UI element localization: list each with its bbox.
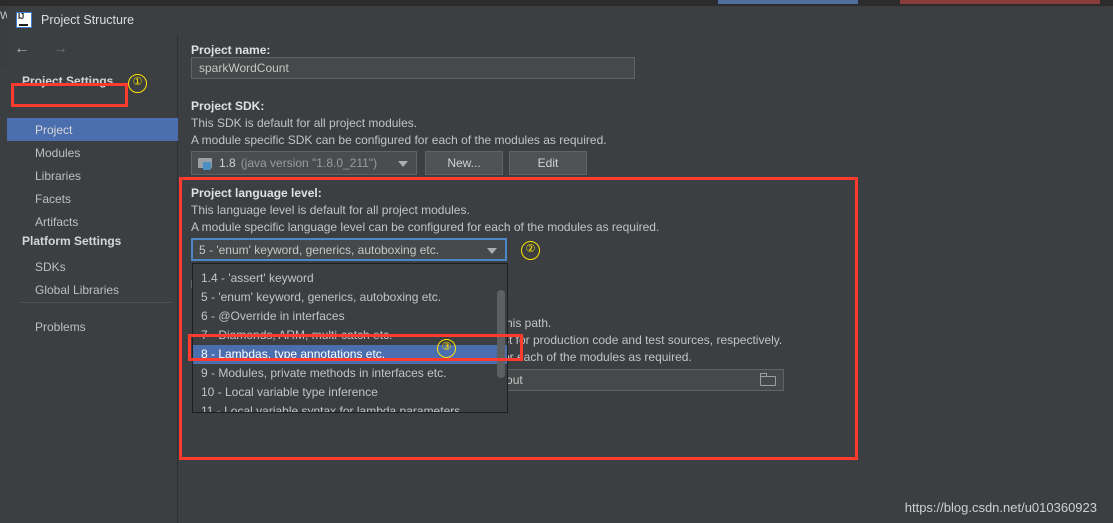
- project-sdk-desc-line2: A module specific SDK can be configured …: [191, 133, 607, 147]
- project-sdk-version: 1.8: [219, 156, 236, 170]
- folder-browse-icon[interactable]: [760, 373, 777, 387]
- compiler-output-desc-line2: st for production code and test sources,…: [503, 333, 783, 347]
- new-sdk-button[interactable]: New...: [425, 151, 503, 175]
- project-sdk-desc-line1: This SDK is default for all project modu…: [191, 116, 418, 130]
- sidebar-group-project-settings: Project Settings: [22, 74, 114, 88]
- language-level-option-7[interactable]: 7 - Diamonds, ARM, multi-catch etc.: [193, 326, 507, 345]
- settings-sidebar: ← → Project Settings Project Modules Lib…: [7, 34, 183, 523]
- intellij-idea-logo-icon: [16, 12, 32, 28]
- sidebar-divider: [20, 302, 172, 303]
- chevron-down-icon: [398, 161, 408, 167]
- edit-sdk-button-label: Edit: [537, 156, 559, 170]
- project-sdk-combo[interactable]: 1.8 (java version "1.8.0_211"): [191, 151, 417, 175]
- sidebar-item-libraries[interactable]: Libraries: [7, 164, 183, 187]
- new-sdk-button-label: New...: [447, 156, 481, 170]
- language-level-option-10[interactable]: 10 - Local variable type inference: [193, 383, 507, 402]
- background-window-tab-blue: [718, 0, 858, 4]
- sidebar-item-project[interactable]: Project: [7, 118, 183, 141]
- language-level-option-8[interactable]: 8 - Lambdas, type annotations etc.: [193, 345, 507, 364]
- language-level-option-6[interactable]: 6 - @Override in interfaces: [193, 307, 507, 326]
- annotation-marker-2: ②: [521, 241, 540, 260]
- sidebar-item-artifacts[interactable]: Artifacts: [7, 210, 183, 233]
- back-arrow-icon[interactable]: ←: [11, 39, 33, 59]
- language-level-option-9[interactable]: 9 - Modules, private methods in interfac…: [193, 364, 507, 383]
- language-level-option-1-4[interactable]: 1.4 - 'assert' keyword: [193, 269, 507, 288]
- sidebar-item-global-libraries[interactable]: Global Libraries: [7, 278, 183, 301]
- project-name-label: Project name:: [191, 43, 271, 57]
- sidebar-item-modules[interactable]: Modules: [7, 141, 183, 164]
- sidebar-item-problems[interactable]: Problems: [7, 315, 183, 338]
- sidebar-item-label: Modules: [35, 145, 81, 160]
- sidebar-item-label: Artifacts: [35, 214, 79, 229]
- annotation-marker-3: ③: [437, 339, 456, 358]
- language-level-desc-line1: This language level is default for all p…: [191, 203, 470, 217]
- sidebar-item-facets[interactable]: Facets: [7, 187, 183, 210]
- sidebar-item-label: Libraries: [35, 168, 82, 183]
- language-level-desc-line2: A module specific language level can be …: [191, 220, 660, 234]
- navigation-arrows: ← →: [11, 39, 71, 59]
- java-sdk-icon: [198, 157, 213, 170]
- project-sdk-detail: (java version "1.8.0_211"): [240, 156, 378, 170]
- watermark-url: https://blog.csdn.net/u010360923: [904, 500, 1097, 515]
- compiler-output-path-input[interactable]: unt\out: [478, 369, 784, 391]
- language-level-dropdown-popup[interactable]: 1.4 - 'assert' keyword 5 - 'enum' keywor…: [192, 263, 508, 413]
- compiler-output-desc-line3: or each of the modules as required.: [503, 350, 692, 364]
- sidebar-item-sdks[interactable]: SDKs: [7, 255, 183, 278]
- language-level-option-5[interactable]: 5 - 'enum' keyword, generics, autoboxing…: [193, 288, 507, 307]
- sidebar-item-label: Project: [35, 122, 73, 137]
- sidebar-item-label: Global Libraries: [35, 282, 120, 297]
- language-level-value: 5 - 'enum' keyword, generics, autoboxing…: [199, 242, 440, 257]
- dropdown-scrollbar[interactable]: [497, 266, 505, 412]
- project-name-input[interactable]: sparkWordCount: [191, 57, 635, 79]
- sidebar-item-label: SDKs: [35, 259, 66, 274]
- language-level-label: Project language level:: [191, 186, 322, 200]
- window-titlebar: Project Structure: [7, 6, 1113, 34]
- annotation-marker-1: ①: [128, 74, 147, 93]
- chevron-down-icon: [487, 247, 497, 254]
- sidebar-item-label: Facets: [35, 191, 72, 206]
- background-window-tab-red: [900, 0, 1100, 4]
- forward-arrow-icon[interactable]: →: [49, 39, 71, 59]
- language-level-option-11[interactable]: 11 - Local variable syntax for lambda pa…: [193, 402, 507, 412]
- project-name-value: sparkWordCount: [199, 61, 289, 75]
- sidebar-group-platform-settings: Platform Settings: [22, 234, 122, 248]
- edit-sdk-button[interactable]: Edit: [509, 151, 587, 175]
- dropdown-scrollbar-thumb[interactable]: [497, 290, 505, 378]
- sidebar-item-label: Problems: [35, 319, 86, 334]
- window-title: Project Structure: [41, 13, 135, 27]
- project-sdk-label: Project SDK:: [191, 99, 265, 113]
- compiler-output-desc-line1: his path.: [506, 316, 552, 330]
- language-level-combo[interactable]: 5 - 'enum' keyword, generics, autoboxing…: [191, 238, 507, 261]
